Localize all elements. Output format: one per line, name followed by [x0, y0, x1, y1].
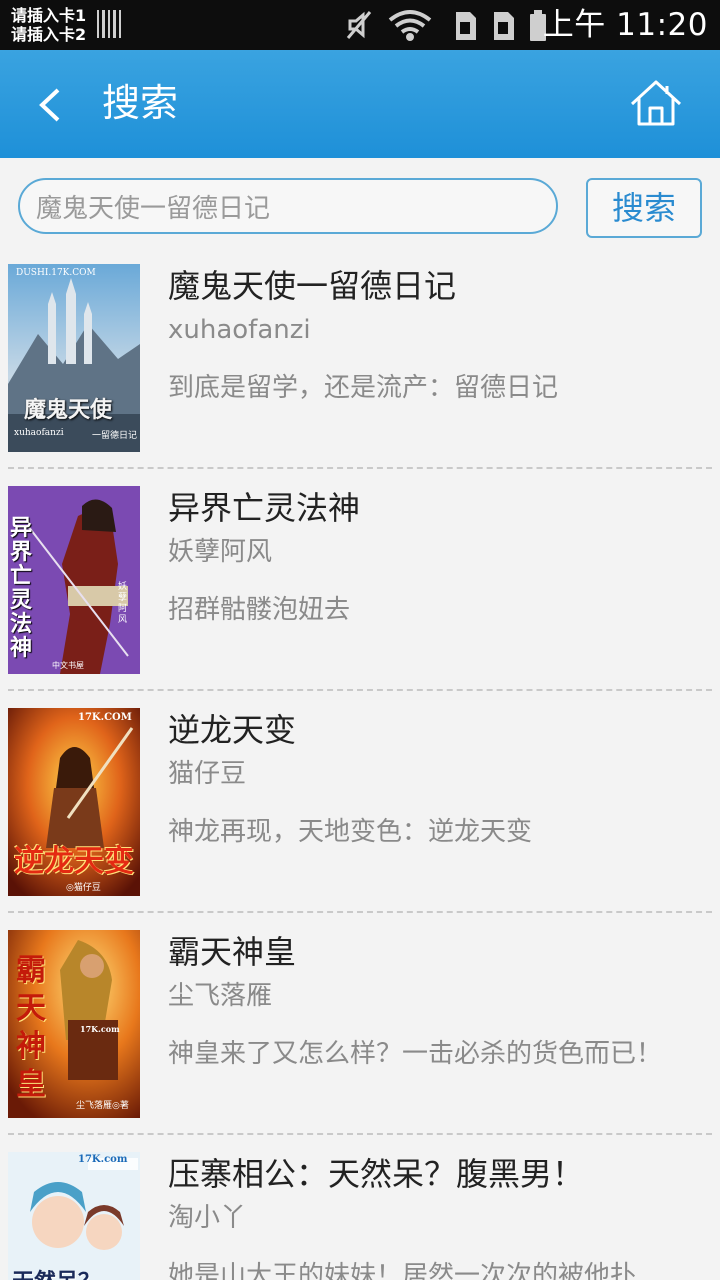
- divider: [8, 689, 712, 691]
- book-cover[interactable]: 17K.COM 逆龙天变 ◎猫仔豆: [8, 708, 140, 896]
- cover-site-label: DUSHI.17K.COM: [16, 268, 96, 278]
- divider: [8, 1133, 712, 1135]
- book-description: 神龙再现，天地变色：逆龙天变: [168, 817, 533, 847]
- cover-site-label: 17K.COM: [78, 712, 132, 723]
- sim-card-icon: [456, 12, 514, 40]
- book-description: 她是山大王的妹妹！居然一次次的被他扑: [168, 1261, 637, 1280]
- app-header: 搜索: [0, 50, 720, 158]
- signal-bars-icon: [97, 10, 122, 38]
- book-list-item[interactable]: 异界亡灵法神 妖孽阿风 中文书屋 异界亡灵法神 妖孽阿风 招群骷髅泡妞去: [0, 486, 720, 708]
- book-title[interactable]: 异界亡灵法神: [168, 488, 360, 528]
- back-arrow-icon[interactable]: [30, 80, 70, 130]
- cover-title: 异界亡灵法神: [10, 515, 33, 661]
- cover-site-label: 17K.com: [78, 1154, 128, 1165]
- sim1-label: 请插入卡1: [11, 6, 87, 25]
- book-cover[interactable]: 异界亡灵法神 妖孽阿风 中文书屋: [8, 486, 140, 674]
- page-title: 搜索: [102, 81, 179, 125]
- cover-author: ◎猫仔豆: [66, 883, 101, 893]
- cover-title: 霸天神皇: [16, 953, 46, 1102]
- divider: [8, 467, 712, 469]
- cover-title: 魔鬼天使: [24, 397, 113, 423]
- sim2-label: 请插入卡2: [11, 25, 87, 44]
- divider: [8, 911, 712, 913]
- home-icon[interactable]: [628, 78, 684, 130]
- book-description: 到底是留学，还是流产：留德日记: [168, 373, 559, 403]
- sim-status: 请插入卡1 请插入卡2: [11, 6, 86, 44]
- book-title[interactable]: 魔鬼天使一留德日记: [168, 266, 456, 306]
- book-cover[interactable]: 17K.com 天然呆？: [8, 1152, 140, 1280]
- search-input[interactable]: [18, 178, 558, 234]
- book-list-item[interactable]: 17K.com 天然呆？ 压寨相公：天然呆？腹黑男！ 淘小丫 她是山大王的妹妹！…: [0, 1152, 720, 1280]
- book-list-item[interactable]: 17K.com 霸天神皇 尘飞落雁◎著 霸天神皇 尘飞落雁 神皇来了又怎么样？一…: [0, 930, 720, 1152]
- cover-publisher: 中文书屋: [52, 661, 84, 670]
- book-title[interactable]: 霸天神皇: [168, 932, 296, 972]
- wifi-icon: [388, 10, 432, 41]
- book-author: xuhaofanzi: [168, 315, 311, 345]
- search-button[interactable]: 搜索: [586, 178, 702, 238]
- book-title[interactable]: 逆龙天变: [168, 710, 296, 750]
- cover-subtitle: 一留德日记: [92, 431, 138, 441]
- mute-icon: [346, 11, 372, 39]
- cover-author: 妖孽阿风: [118, 582, 128, 625]
- clock: 上午 11:20: [542, 7, 708, 43]
- book-list-item[interactable]: DUSHI.17K.COM 魔鬼天使 xuhaofanzi 一留德日记 魔鬼天使…: [0, 264, 720, 486]
- book-cover[interactable]: 17K.com 霸天神皇 尘飞落雁◎著: [8, 930, 140, 1118]
- book-author: 淘小丫: [168, 1203, 247, 1233]
- status-icons: [346, 10, 546, 41]
- book-title[interactable]: 压寨相公：天然呆？腹黑男！: [168, 1154, 584, 1194]
- book-list-item[interactable]: 17K.COM 逆龙天变 ◎猫仔豆 逆龙天变 猫仔豆 神龙再现，天地变色：逆龙天…: [0, 708, 720, 930]
- book-description: 招群骷髅泡妞去: [168, 595, 351, 625]
- book-description: 神皇来了又怎么样？一击必杀的货色而已！: [168, 1039, 663, 1069]
- book-author: 妖孽阿风: [168, 537, 273, 567]
- status-bar: 请插入卡1 请插入卡2 上午 11:20: [0, 0, 720, 50]
- cover-title: 逆龙天变: [14, 844, 134, 879]
- book-cover[interactable]: DUSHI.17K.COM 魔鬼天使 xuhaofanzi 一留德日记: [8, 264, 140, 452]
- book-author: 猫仔豆: [168, 759, 247, 789]
- cover-site-label: 17K.com: [80, 1024, 120, 1034]
- cover-title: 天然呆？: [12, 1264, 100, 1280]
- cover-author: 尘飞落雁◎著: [76, 1101, 129, 1111]
- cover-author: xuhaofanzi: [14, 428, 64, 438]
- book-author: 尘飞落雁: [168, 981, 273, 1011]
